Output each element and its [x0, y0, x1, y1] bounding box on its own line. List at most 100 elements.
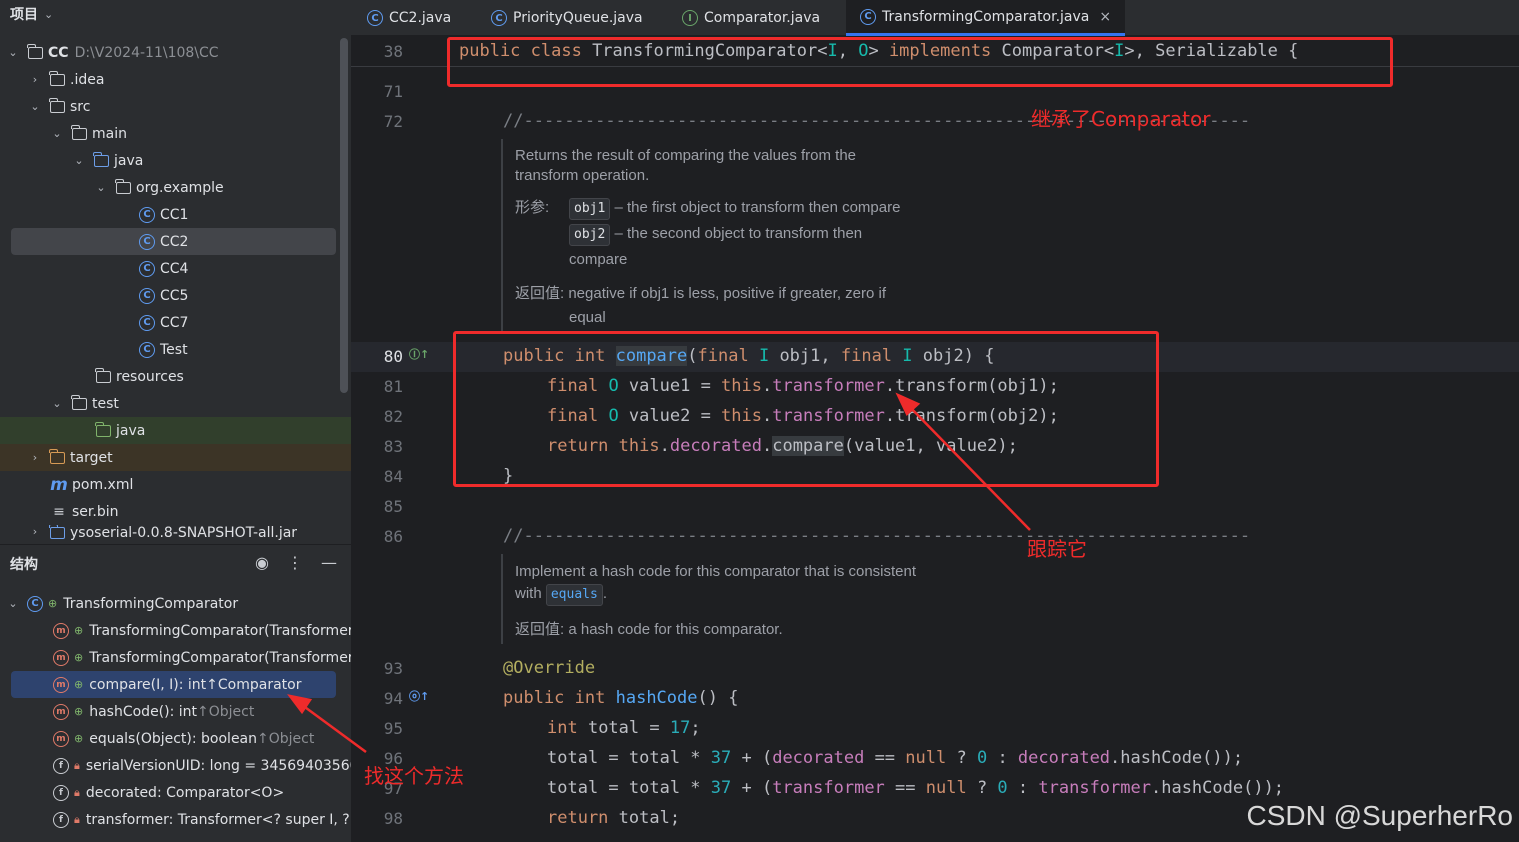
tree-item-label: java [116, 422, 146, 439]
doc-param-chip: obj2 [569, 224, 611, 246]
tab-label: CC2.java [389, 10, 452, 26]
tree-item-label: test [92, 395, 119, 412]
structure-member-hint: ↑Comparator [206, 676, 302, 693]
doc-param-chip: obj1 [569, 198, 611, 220]
chevron-down-icon[interactable]: ⌄ [6, 597, 20, 610]
more-options-icon[interactable]: ⋮ [287, 553, 303, 572]
tree-item-cc5[interactable]: C CC5 [0, 282, 338, 309]
doc-text: equal [569, 309, 606, 326]
tree-item-test-java[interactable]: java [0, 417, 351, 444]
chevron-down-icon[interactable]: ⌄ [28, 100, 42, 113]
doc-params-label: 形参: [515, 199, 550, 216]
doc-text: with [515, 585, 546, 602]
structure-member-label: serialVersionUID: long = 345694035604360… [85, 757, 351, 774]
line-number: 81 [383, 377, 403, 396]
line-number: 82 [383, 407, 403, 426]
tree-item-label: Test [160, 341, 188, 358]
chevron-right-icon[interactable]: › [28, 451, 42, 464]
tree-item-cc2[interactable]: C CC2 [11, 228, 336, 255]
tree-item-src[interactable]: ⌄ src [0, 93, 338, 120]
structure-member[interactable]: f 🔒︎ serialVersionUID: long = 3456940356… [0, 752, 351, 779]
line-number: 95 [383, 719, 403, 738]
overrides-method-icon[interactable]: ⓞ↑ [409, 688, 429, 704]
chevron-down-icon[interactable]: ⌄ [44, 8, 53, 21]
tree-item-resources[interactable]: resources [0, 363, 338, 390]
chevron-down-icon[interactable]: ⌄ [6, 46, 20, 59]
tree-item-label: CC7 [160, 314, 189, 331]
class-icon: C [138, 206, 156, 223]
doc-link-chip[interactable]: equals [545, 584, 603, 606]
chevron-down-icon[interactable]: ⌄ [72, 154, 86, 167]
left-tool-panel: 项目 ⌄ ⌄ CC D:\V2024-11\108\CC › .idea ⌄ s… [0, 0, 351, 842]
chevron-down-icon[interactable]: ⌄ [94, 181, 108, 194]
public-icon: ⊕ [74, 651, 84, 664]
tree-item-target[interactable]: › target [0, 444, 351, 471]
implements-method-icon[interactable]: Ⓘ↑ [409, 346, 429, 362]
tab-priorityqueue[interactable]: C PriorityQueue.java [477, 0, 668, 36]
chevron-right-icon[interactable]: › [28, 73, 42, 86]
doc-text: transform operation. [515, 167, 650, 184]
tree-item-cc1[interactable]: C CC1 [0, 201, 338, 228]
close-icon[interactable]: × [1099, 9, 1111, 25]
code-line-97: total = total * 37 + (transformer == nul… [547, 778, 1285, 798]
structure-member-hint: ↑Object [197, 703, 255, 720]
tree-item-test-class[interactable]: C Test [0, 336, 338, 363]
tree-item-main[interactable]: ⌄ main [0, 120, 338, 147]
code-line-95: int total = 17; [547, 718, 701, 738]
lock-icon: 🔒︎ [74, 785, 80, 799]
tree-item-java[interactable]: ⌄ java [0, 147, 338, 174]
structure-member[interactable]: m ⊕ equals(Object): boolean ↑Object [0, 725, 338, 752]
project-folder-icon [26, 43, 44, 61]
project-panel-header[interactable]: 项目 ⌄ [0, 0, 351, 28]
tab-comparator[interactable]: I Comparator.java [668, 0, 846, 36]
tree-item-label: org.example [136, 179, 224, 196]
line-number: 72 [383, 112, 403, 131]
chevron-down-icon[interactable]: ⌄ [50, 127, 64, 140]
tree-item-cc7[interactable]: C CC7 [0, 309, 338, 336]
tree-item-label: main [92, 125, 127, 142]
tree-item-jar[interactable]: › ysoserial-0.0.8-SNAPSHOT-all.jar [0, 525, 338, 544]
annotation-box-class-declaration [447, 37, 1393, 87]
tree-item-package[interactable]: ⌄ org.example [0, 174, 338, 201]
tree-item-label: target [70, 449, 113, 466]
tree-item-ser-bin[interactable]: ≡ ser.bin [0, 498, 338, 525]
project-scrollbar[interactable] [340, 38, 348, 393]
tree-root-path: D:\V2024-11\108\CC [74, 44, 219, 61]
tree-item-cc4[interactable]: C CC4 [0, 255, 338, 282]
tree-item-idea[interactable]: › .idea [0, 66, 338, 93]
code-line-96: total = total * 37 + (decorated == null … [547, 748, 1244, 768]
structure-member[interactable]: m ⊕ TransformingComparator(Transformer<?… [0, 644, 351, 671]
structure-member-compare[interactable]: m ⊕ compare(I, I): int ↑Comparator [11, 671, 336, 698]
chevron-right-icon[interactable]: › [28, 525, 42, 538]
excluded-folder-icon [48, 448, 66, 466]
chevron-down-icon[interactable]: ⌄ [50, 397, 64, 410]
tab-transformingcomparator[interactable]: C TransformingComparator.java × [846, 0, 1126, 36]
structure-member[interactable]: f 🔒︎ transformer: Transformer<? super I,… [0, 806, 351, 833]
jar-icon [48, 525, 66, 541]
structure-member[interactable]: f 🔒︎ decorated: Comparator<O> [0, 779, 338, 806]
structure-class[interactable]: ⌄ C ⊕ TransformingComparator [0, 590, 338, 617]
structure-member-hint: ↑Object [257, 730, 315, 747]
structure-member-label: transformer: Transformer<? super I, ? ex… [85, 811, 351, 828]
code-line-86: //--------------------------------------… [503, 526, 1251, 546]
project-panel-title: 项目 [10, 7, 38, 23]
method-icon: m [52, 703, 70, 720]
source-folder-icon [92, 151, 110, 169]
lock-icon: 🔒︎ [74, 758, 80, 772]
tree-root-label: CC [48, 44, 69, 61]
tree-item-pom[interactable]: m pom.xml [0, 471, 338, 498]
package-icon [114, 178, 132, 196]
line-number: 86 [383, 527, 403, 546]
text-file-icon: ≡ [53, 503, 65, 520]
public-icon: ⊕ [74, 624, 84, 637]
class-icon: C [26, 595, 44, 612]
eye-icon[interactable]: ◉ [255, 553, 269, 572]
tab-cc2[interactable]: C CC2.java [351, 0, 477, 36]
structure-member[interactable]: m ⊕ hashCode(): int ↑Object [0, 698, 338, 725]
tab-label: Comparator.java [704, 10, 821, 26]
doc-text: – the second object to transform then [610, 225, 863, 242]
tree-root[interactable]: ⌄ CC D:\V2024-11\108\CC [0, 39, 338, 66]
minimize-icon[interactable]: — [321, 553, 337, 572]
structure-member[interactable]: m ⊕ TransformingComparator(Transformer<?… [0, 617, 351, 644]
tree-item-test[interactable]: ⌄ test [0, 390, 338, 417]
